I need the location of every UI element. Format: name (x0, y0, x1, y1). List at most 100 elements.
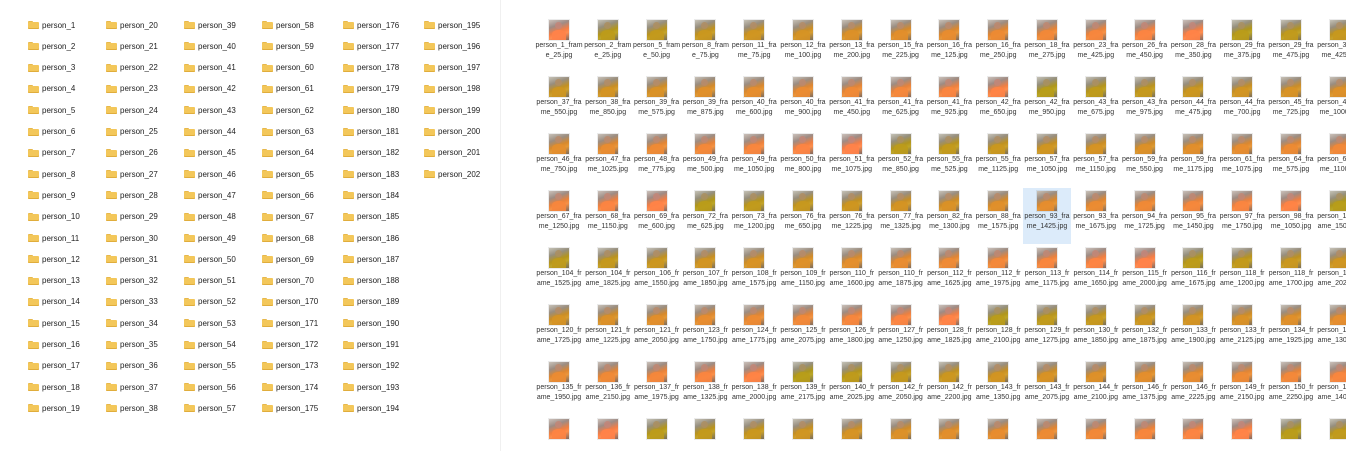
file-item[interactable]: person_142_frame_2050.jpg (877, 359, 925, 415)
file-item[interactable]: person_121_frame_2050.jpg (633, 302, 681, 358)
folder-item[interactable]: person_1 (28, 17, 75, 33)
folder-item[interactable]: person_191 (343, 337, 399, 353)
folder-item[interactable]: person_37 (106, 379, 158, 395)
file-item[interactable] (633, 416, 681, 451)
folder-item[interactable]: person_29 (106, 209, 158, 225)
folder-item[interactable]: person_3 (28, 60, 75, 76)
file-item[interactable]: person_16_frame_125.jpg (925, 17, 973, 73)
folder-item[interactable]: person_194 (343, 400, 399, 416)
folder-item[interactable]: person_183 (343, 166, 399, 182)
folder-item[interactable]: person_23 (106, 81, 158, 97)
file-item[interactable]: person_29_frame_375.jpg (1218, 17, 1266, 73)
folder-item[interactable]: person_7 (28, 145, 75, 161)
file-item[interactable]: person_42_frame_650.jpg (974, 74, 1022, 130)
file-item[interactable]: person_125_frame_2075.jpg (779, 302, 827, 358)
file-item[interactable]: person_115_frame_2000.jpg (1121, 245, 1169, 301)
file-item[interactable]: person_46_frame_750.jpg (535, 131, 583, 187)
folder-item[interactable]: person_47 (184, 187, 236, 203)
folder-item[interactable]: person_55 (184, 358, 236, 374)
folder-item[interactable]: person_14 (28, 294, 80, 310)
folder-item[interactable]: person_200 (424, 124, 480, 140)
folder-item[interactable]: person_176 (343, 17, 399, 33)
folder-item[interactable]: person_190 (343, 315, 399, 331)
folder-item[interactable]: person_6 (28, 124, 75, 140)
folder-item[interactable]: person_28 (106, 187, 158, 203)
file-item[interactable]: person_93_frame_1425.jpg (1023, 188, 1071, 244)
file-item[interactable]: person_104_frame_1525.jpg (535, 245, 583, 301)
folder-item[interactable]: person_8 (28, 166, 75, 182)
folder-item[interactable]: person_57 (184, 400, 236, 416)
file-item[interactable]: person_139_frame_2175.jpg (779, 359, 827, 415)
folder-item[interactable]: person_19 (28, 400, 80, 416)
file-item[interactable]: person_144_frame_2100.jpg (1072, 359, 1120, 415)
folder-item[interactable]: person_62 (262, 102, 314, 118)
folder-item[interactable]: person_4 (28, 81, 75, 97)
folder-item[interactable]: person_172 (262, 337, 318, 353)
folder-item[interactable]: person_49 (184, 230, 236, 246)
file-item[interactable]: person_37_frame_425.jpg (1316, 17, 1346, 73)
folder-item[interactable]: person_21 (106, 38, 158, 54)
file-item[interactable]: person_137_frame_1975.jpg (633, 359, 681, 415)
file-item[interactable]: person_118_frame_1200.jpg (1218, 245, 1266, 301)
file-item[interactable]: person_140_frame_2025.jpg (828, 359, 876, 415)
file-item[interactable]: person_109_frame_1150.jpg (779, 245, 827, 301)
file-item[interactable]: person_29_frame_475.jpg (1267, 17, 1315, 73)
folder-item[interactable]: person_201 (424, 145, 480, 161)
file-item[interactable]: person_52_frame_850.jpg (877, 131, 925, 187)
folder-item[interactable]: person_46 (184, 166, 236, 182)
folder-item[interactable]: person_41 (184, 60, 236, 76)
file-item[interactable]: person_41_frame_450.jpg (828, 74, 876, 130)
file-item[interactable]: person_77_frame_1325.jpg (877, 188, 925, 244)
folder-item[interactable]: person_68 (262, 230, 314, 246)
file-item[interactable]: person_126_frame_1800.jpg (828, 302, 876, 358)
file-item[interactable]: person_152_frame_1400.jpg (1316, 359, 1346, 415)
folder-item[interactable]: person_52 (184, 294, 236, 310)
folder-item[interactable]: person_61 (262, 81, 314, 97)
file-item[interactable] (1316, 416, 1346, 451)
folder-item[interactable]: person_15 (28, 315, 80, 331)
file-item[interactable]: person_82_frame_1300.jpg (925, 188, 973, 244)
folder-item[interactable]: person_69 (262, 251, 314, 267)
folder-item[interactable]: person_31 (106, 251, 158, 267)
folder-item[interactable]: person_173 (262, 358, 318, 374)
folder-item[interactable]: person_192 (343, 358, 399, 374)
file-item[interactable]: person_121_frame_1225.jpg (584, 302, 632, 358)
folder-item[interactable]: person_177 (343, 38, 399, 54)
folder-item[interactable]: person_12 (28, 251, 80, 267)
folder-item[interactable]: person_188 (343, 273, 399, 289)
folder-item[interactable]: person_38 (106, 400, 158, 416)
folder-item[interactable]: person_33 (106, 294, 158, 310)
folder-item[interactable]: person_26 (106, 145, 158, 161)
folder-item[interactable]: person_193 (343, 379, 399, 395)
folder-item[interactable]: person_20 (106, 17, 158, 33)
file-item[interactable]: person_135_frame_1300.jpg (1316, 302, 1346, 358)
folder-item[interactable]: person_45 (184, 145, 236, 161)
file-item[interactable]: person_108_frame_1575.jpg (730, 245, 778, 301)
folder-item[interactable]: person_187 (343, 251, 399, 267)
file-item[interactable]: person_93_frame_1675.jpg (1072, 188, 1120, 244)
file-item[interactable]: person_119_frame_2025.jpg (1316, 245, 1346, 301)
folder-item[interactable]: person_35 (106, 337, 158, 353)
file-item[interactable]: person_132_frame_1875.jpg (1121, 302, 1169, 358)
folder-item[interactable]: person_178 (343, 60, 399, 76)
file-item[interactable]: person_43_frame_975.jpg (1121, 74, 1169, 130)
folder-item[interactable]: person_59 (262, 38, 314, 54)
file-item[interactable]: person_12_frame_100.jpg (779, 17, 827, 73)
folder-item[interactable]: person_18 (28, 379, 80, 395)
file-item[interactable]: person_118_frame_1700.jpg (1267, 245, 1315, 301)
file-item[interactable]: person_88_frame_1575.jpg (974, 188, 1022, 244)
file-item[interactable]: person_114_frame_1650.jpg (1072, 245, 1120, 301)
file-item[interactable]: person_133_frame_1900.jpg (1169, 302, 1217, 358)
file-item[interactable]: person_76_frame_1225.jpg (828, 188, 876, 244)
folder-item[interactable]: person_54 (184, 337, 236, 353)
file-item[interactable]: person_94_frame_1725.jpg (1121, 188, 1169, 244)
folder-item[interactable]: person_174 (262, 379, 318, 395)
file-item[interactable]: person_143_frame_2075.jpg (1023, 359, 1071, 415)
file-item[interactable] (584, 416, 632, 451)
folder-item[interactable]: person_43 (184, 102, 236, 118)
folder-item[interactable]: person_5 (28, 102, 75, 118)
file-item[interactable]: person_110_frame_1600.jpg (828, 245, 876, 301)
file-item[interactable]: person_73_frame_1200.jpg (730, 188, 778, 244)
file-item[interactable]: person_146_frame_1375.jpg (1121, 359, 1169, 415)
file-item[interactable]: person_59_frame_1175.jpg (1169, 131, 1217, 187)
